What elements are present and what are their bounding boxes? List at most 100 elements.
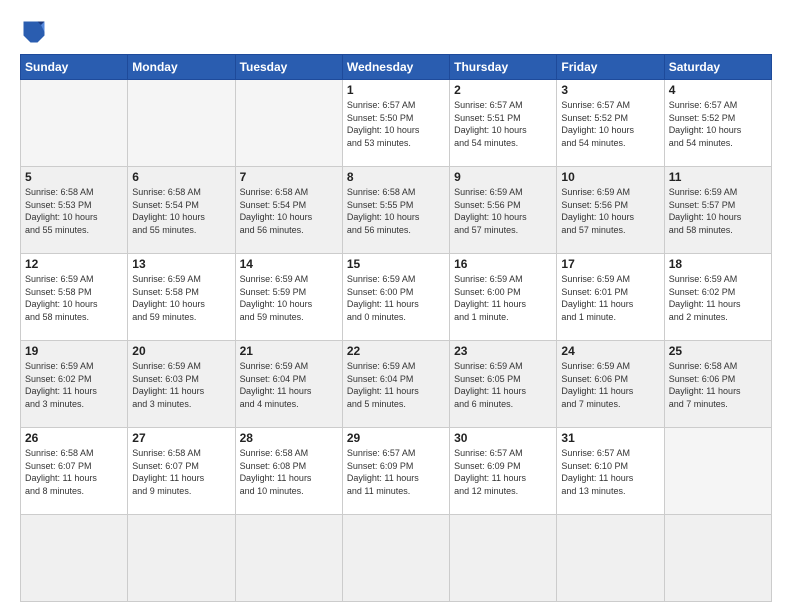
day-info: Sunrise: 6:57 AM Sunset: 5:52 PM Dayligh… bbox=[561, 99, 659, 149]
calendar-cell: 6Sunrise: 6:58 AM Sunset: 5:54 PM Daylig… bbox=[128, 167, 235, 254]
day-info: Sunrise: 6:59 AM Sunset: 5:58 PM Dayligh… bbox=[25, 273, 123, 323]
calendar-cell bbox=[450, 515, 557, 602]
day-info: Sunrise: 6:59 AM Sunset: 6:06 PM Dayligh… bbox=[561, 360, 659, 410]
weekday-header: Thursday bbox=[450, 55, 557, 80]
weekday-header: Saturday bbox=[664, 55, 771, 80]
calendar-cell: 11 Sunrise: 6:59 AM Sunset: 5:57 PM Dayli… bbox=[664, 167, 771, 254]
day-number: 29 bbox=[347, 431, 445, 445]
calendar-cell bbox=[128, 515, 235, 602]
calendar-cell: 17Sunrise: 6:59 AM Sunset: 6:01 PM Dayli… bbox=[557, 254, 664, 341]
calendar-cell: 4 Sunrise: 6:57 AM Sunset: 5:52 PM Daylig… bbox=[664, 80, 771, 167]
day-number: 2 bbox=[454, 83, 552, 97]
day-info: Sunrise: 6:59 AM Sunset: 5:58 PM Dayligh… bbox=[132, 273, 230, 323]
day-number: 9 bbox=[454, 170, 552, 184]
day-info: Sunrise: 6:58 AM Sunset: 5:54 PM Dayligh… bbox=[132, 186, 230, 236]
day-info: Sunrise: 6:59 AM Sunset: 6:00 PM Dayligh… bbox=[347, 273, 445, 323]
day-info: Sunrise: 6:58 AM Sunset: 6:07 PM Dayligh… bbox=[25, 447, 123, 497]
day-number: 30 bbox=[454, 431, 552, 445]
calendar-cell: 12 Sunrise: 6:59 AM Sunset: 5:58 PM Dayli… bbox=[21, 254, 128, 341]
calendar: SundayMondayTuesdayWednesdayThursdayFrid… bbox=[20, 54, 772, 602]
weekday-header: Sunday bbox=[21, 55, 128, 80]
day-number: 21 bbox=[240, 344, 338, 358]
day-number: 19 bbox=[25, 344, 123, 358]
day-info: Sunrise: 6:59 AM Sunset: 6:04 PM Dayligh… bbox=[347, 360, 445, 410]
weekday-header-row: SundayMondayTuesdayWednesdayThursdayFrid… bbox=[21, 55, 772, 80]
day-info: Sunrise: 6:57 AM Sunset: 5:52 PM Dayligh… bbox=[669, 99, 767, 149]
calendar-cell: 8 Sunrise: 6:58 AM Sunset: 5:55 PM Daylig… bbox=[342, 167, 449, 254]
day-info: Sunrise: 6:57 AM Sunset: 6:09 PM Dayligh… bbox=[347, 447, 445, 497]
calendar-cell bbox=[235, 80, 342, 167]
calendar-cell: 21 Sunrise: 6:59 AM Sunset: 6:04 PM Dayli… bbox=[235, 341, 342, 428]
calendar-cell: 25Sunrise: 6:58 AM Sunset: 6:06 PM Dayli… bbox=[664, 341, 771, 428]
day-number: 25 bbox=[669, 344, 767, 358]
calendar-cell: 13 Sunrise: 6:59 AM Sunset: 5:58 PM Dayli… bbox=[128, 254, 235, 341]
calendar-row bbox=[21, 515, 772, 602]
day-info: Sunrise: 6:59 AM Sunset: 6:02 PM Dayligh… bbox=[669, 273, 767, 323]
day-number: 1 bbox=[347, 83, 445, 97]
day-number: 24 bbox=[561, 344, 659, 358]
calendar-cell bbox=[21, 80, 128, 167]
day-number: 5 bbox=[25, 170, 123, 184]
day-info: Sunrise: 6:59 AM Sunset: 5:59 PM Dayligh… bbox=[240, 273, 338, 323]
calendar-row: 1 Sunrise: 6:57 AM Sunset: 5:50 PM Daylig… bbox=[21, 80, 772, 167]
calendar-cell: 20Sunrise: 6:59 AM Sunset: 6:03 PM Dayli… bbox=[128, 341, 235, 428]
day-number: 28 bbox=[240, 431, 338, 445]
day-number: 7 bbox=[240, 170, 338, 184]
logo-icon bbox=[20, 18, 48, 46]
calendar-row: 5 Sunrise: 6:58 AM Sunset: 5:53 PM Daylig… bbox=[21, 167, 772, 254]
page: SundayMondayTuesdayWednesdayThursdayFrid… bbox=[0, 0, 792, 612]
weekday-header: Monday bbox=[128, 55, 235, 80]
calendar-cell: 10Sunrise: 6:59 AM Sunset: 5:56 PM Dayli… bbox=[557, 167, 664, 254]
calendar-cell bbox=[128, 80, 235, 167]
day-number: 31 bbox=[561, 431, 659, 445]
day-info: Sunrise: 6:58 AM Sunset: 6:07 PM Dayligh… bbox=[132, 447, 230, 497]
day-number: 3 bbox=[561, 83, 659, 97]
day-number: 4 bbox=[669, 83, 767, 97]
calendar-cell: 24 Sunrise: 6:59 AM Sunset: 6:06 PM Dayli… bbox=[557, 341, 664, 428]
header bbox=[20, 18, 772, 46]
day-info: Sunrise: 6:58 AM Sunset: 5:55 PM Dayligh… bbox=[347, 186, 445, 236]
day-info: Sunrise: 6:59 AM Sunset: 5:56 PM Dayligh… bbox=[561, 186, 659, 236]
calendar-cell bbox=[557, 515, 664, 602]
calendar-cell: 28 Sunrise: 6:58 AM Sunset: 6:08 PM Dayli… bbox=[235, 428, 342, 515]
day-number: 22 bbox=[347, 344, 445, 358]
calendar-cell: 15 Sunrise: 6:59 AM Sunset: 6:00 PM Dayli… bbox=[342, 254, 449, 341]
calendar-cell: 16Sunrise: 6:59 AM Sunset: 6:00 PM Dayli… bbox=[450, 254, 557, 341]
day-number: 17 bbox=[561, 257, 659, 271]
day-number: 23 bbox=[454, 344, 552, 358]
day-info: Sunrise: 6:57 AM Sunset: 5:50 PM Dayligh… bbox=[347, 99, 445, 149]
weekday-header: Friday bbox=[557, 55, 664, 80]
day-number: 14 bbox=[240, 257, 338, 271]
calendar-cell bbox=[664, 428, 771, 515]
calendar-cell: 1 Sunrise: 6:57 AM Sunset: 5:50 PM Daylig… bbox=[342, 80, 449, 167]
calendar-cell bbox=[21, 515, 128, 602]
logo bbox=[20, 18, 52, 46]
calendar-row: 26 Sunrise: 6:58 AM Sunset: 6:07 PM Dayli… bbox=[21, 428, 772, 515]
day-info: Sunrise: 6:58 AM Sunset: 5:53 PM Dayligh… bbox=[25, 186, 123, 236]
calendar-cell: 26 Sunrise: 6:58 AM Sunset: 6:07 PM Dayli… bbox=[21, 428, 128, 515]
day-number: 8 bbox=[347, 170, 445, 184]
calendar-cell bbox=[235, 515, 342, 602]
day-number: 11 bbox=[669, 170, 767, 184]
calendar-cell: 29 Sunrise: 6:57 AM Sunset: 6:09 PM Dayli… bbox=[342, 428, 449, 515]
calendar-cell: 7Sunrise: 6:58 AM Sunset: 5:54 PM Daylig… bbox=[235, 167, 342, 254]
day-number: 27 bbox=[132, 431, 230, 445]
day-info: Sunrise: 6:59 AM Sunset: 6:00 PM Dayligh… bbox=[454, 273, 552, 323]
calendar-cell: 3 Sunrise: 6:57 AM Sunset: 5:52 PM Daylig… bbox=[557, 80, 664, 167]
day-number: 15 bbox=[347, 257, 445, 271]
day-info: Sunrise: 6:57 AM Sunset: 6:09 PM Dayligh… bbox=[454, 447, 552, 497]
day-info: Sunrise: 6:59 AM Sunset: 6:04 PM Dayligh… bbox=[240, 360, 338, 410]
calendar-cell: 23Sunrise: 6:59 AM Sunset: 6:05 PM Dayli… bbox=[450, 341, 557, 428]
day-number: 12 bbox=[25, 257, 123, 271]
calendar-cell: 19Sunrise: 6:59 AM Sunset: 6:02 PM Dayli… bbox=[21, 341, 128, 428]
day-info: Sunrise: 6:57 AM Sunset: 6:10 PM Dayligh… bbox=[561, 447, 659, 497]
day-info: Sunrise: 6:58 AM Sunset: 6:08 PM Dayligh… bbox=[240, 447, 338, 497]
day-number: 26 bbox=[25, 431, 123, 445]
day-info: Sunrise: 6:59 AM Sunset: 5:57 PM Dayligh… bbox=[669, 186, 767, 236]
calendar-cell: 30 Sunrise: 6:57 AM Sunset: 6:09 PM Dayli… bbox=[450, 428, 557, 515]
day-number: 13 bbox=[132, 257, 230, 271]
calendar-cell: 18Sunrise: 6:59 AM Sunset: 6:02 PM Dayli… bbox=[664, 254, 771, 341]
weekday-header: Wednesday bbox=[342, 55, 449, 80]
calendar-cell: 14 Sunrise: 6:59 AM Sunset: 5:59 PM Dayli… bbox=[235, 254, 342, 341]
day-number: 20 bbox=[132, 344, 230, 358]
